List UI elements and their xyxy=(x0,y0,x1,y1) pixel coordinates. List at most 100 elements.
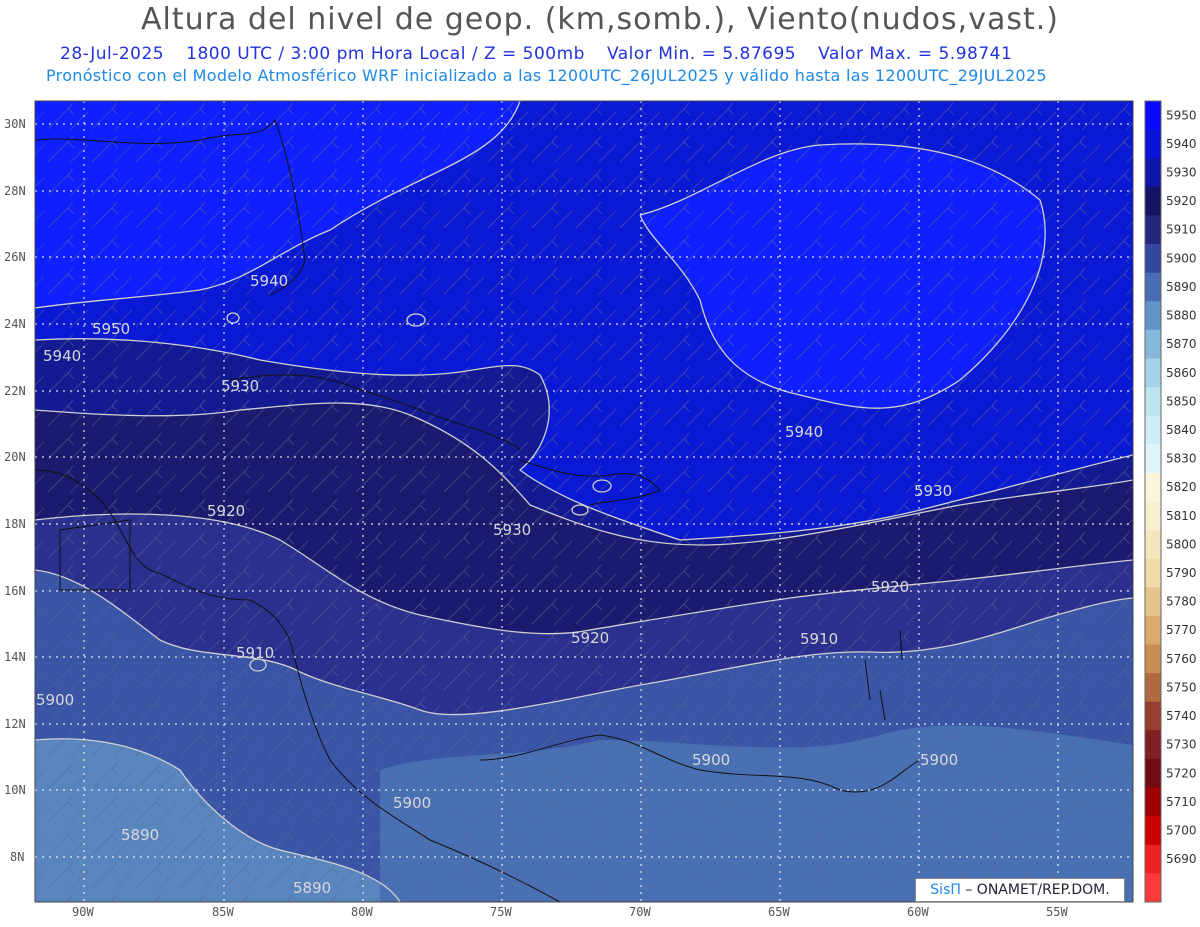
lon-80w: 80W xyxy=(351,905,373,919)
colorbar-label: 5850 xyxy=(1166,394,1197,408)
contour-label-5890a: 5890 xyxy=(121,826,159,844)
colorbar-label: 5920 xyxy=(1166,194,1197,208)
contour-label-5920c: 5920 xyxy=(571,629,609,647)
lon-90w: 90W xyxy=(72,905,94,919)
longitude-labels: 90W 85W 80W 75W 70W 65W 60W 55W xyxy=(72,905,1068,919)
colorbar-swatch xyxy=(1145,158,1161,188)
colorbar-swatch xyxy=(1145,644,1161,674)
lat-10n: 10N xyxy=(4,783,26,797)
colorbar-label: 5720 xyxy=(1166,766,1197,780)
colorbar-label: 5790 xyxy=(1166,566,1197,580)
colorbar-swatch xyxy=(1145,387,1161,417)
contour-label-5940c: 5940 xyxy=(785,423,823,441)
colorbar-swatch xyxy=(1145,501,1161,531)
colorbar-label: 5890 xyxy=(1166,280,1197,294)
colorbar-swatch xyxy=(1145,329,1161,359)
colorbar-label: 5800 xyxy=(1166,537,1197,551)
lat-22n: 22N xyxy=(4,384,26,398)
colorbar: 5950 5940 5930 5920 5910 5900 5890 5880 5870 5860… xyxy=(1144,100,1197,903)
colorbar-label: 5690 xyxy=(1166,852,1197,866)
colorbar-swatch xyxy=(1145,129,1161,159)
colorbar-label: 5910 xyxy=(1166,223,1197,237)
colorbar-swatch xyxy=(1145,558,1161,588)
credit-org: – ONAMET/REP.DOM. xyxy=(965,882,1110,898)
lon-65w: 65W xyxy=(768,905,790,919)
contour-label-5890b: 5890 xyxy=(293,879,331,897)
colorbar-label: 5820 xyxy=(1166,480,1197,494)
colorbar-label: 5810 xyxy=(1166,509,1197,523)
colorbar-label: 5750 xyxy=(1166,680,1197,694)
colorbar-swatch xyxy=(1145,816,1161,846)
lat-30n: 30N xyxy=(4,117,26,131)
colorbar-label: 5710 xyxy=(1166,795,1197,809)
contour-label-5940b: 5940 xyxy=(43,347,81,365)
colorbar-label: 5830 xyxy=(1166,452,1197,466)
colorbar-swatch xyxy=(1145,101,1161,131)
contour-label-5910b: 5910 xyxy=(236,644,274,662)
colorbar-label: 5880 xyxy=(1166,309,1197,323)
colorbar-swatch xyxy=(1145,673,1161,703)
lon-75w: 75W xyxy=(490,905,512,919)
lat-16n: 16N xyxy=(4,584,26,598)
colorbar-swatch xyxy=(1145,615,1161,646)
contour-label-5900a: 5900 xyxy=(36,691,74,709)
lat-14n: 14N xyxy=(4,650,26,664)
colorbar-swatch xyxy=(1145,301,1161,331)
colorbar-label: 5730 xyxy=(1166,738,1197,752)
colorbar-swatch xyxy=(1145,758,1161,789)
lat-12n: 12N xyxy=(4,717,26,731)
wind-barbs xyxy=(35,101,1133,902)
lon-85w: 85W xyxy=(212,905,234,919)
colorbar-swatch xyxy=(1145,701,1161,731)
contour-label-5940a: 5940 xyxy=(250,272,288,290)
colorbar-swatch xyxy=(1145,587,1161,617)
contour-label-5920a: 5920 xyxy=(207,502,245,520)
colorbar-label: 5700 xyxy=(1166,823,1197,837)
lon-70w: 70W xyxy=(629,905,651,919)
lat-20n: 20N xyxy=(4,450,26,464)
lon-55w: 55W xyxy=(1046,905,1068,919)
colorbar-label: 5950 xyxy=(1166,108,1197,122)
colorbar-label: 5940 xyxy=(1166,137,1197,151)
credit-brand: SisΠ xyxy=(930,882,961,898)
map-area: 5950 5940 5940 5930 5940 5930 5920 5930 … xyxy=(35,101,1133,902)
colorbar-label: 5780 xyxy=(1166,595,1197,609)
colorbar-swatch xyxy=(1145,472,1161,502)
colorbar-swatch xyxy=(1145,730,1161,760)
colorbar-swatch xyxy=(1145,844,1161,874)
colorbar-swatch xyxy=(1145,787,1161,817)
lon-60w: 60W xyxy=(907,905,929,919)
colorbar-label: 5740 xyxy=(1166,709,1197,723)
credit-box: SisΠ – ONAMET/REP.DOM. xyxy=(915,878,1125,902)
lat-8n: 8N xyxy=(10,850,24,864)
contour-label-5900d: 5900 xyxy=(393,794,431,812)
colorbar-swatch xyxy=(1145,244,1161,274)
colorbar-swatch xyxy=(1145,186,1161,216)
contour-label-5930b: 5930 xyxy=(914,482,952,500)
lat-24n: 24N xyxy=(4,317,26,331)
contour-label-5950a: 5950 xyxy=(92,320,130,338)
lat-18n: 18N xyxy=(4,517,26,531)
colorbar-swatch xyxy=(1145,272,1161,302)
latitude-labels: 30N 28N 26N 24N 22N 20N 18N 16N 14N 12N … xyxy=(4,117,26,864)
colorbar-label: 5860 xyxy=(1166,366,1197,380)
contour-label-5920b: 5920 xyxy=(871,578,909,596)
contour-label-5900c: 5900 xyxy=(920,751,958,769)
contour-label-5910a: 5910 xyxy=(800,630,838,648)
colorbar-label: 5900 xyxy=(1166,251,1197,265)
colorbar-label: 5870 xyxy=(1166,337,1197,351)
colorbar-swatch xyxy=(1145,444,1161,474)
geopotential-map: 5950 5940 5940 5930 5940 5930 5920 5930 … xyxy=(4,100,1197,919)
contour-label-5930a: 5930 xyxy=(221,377,259,395)
colorbar-swatch xyxy=(1145,215,1161,245)
colorbar-swatch xyxy=(1145,415,1161,445)
colorbar-label: 5930 xyxy=(1166,166,1197,180)
contour-label-5930c: 5930 xyxy=(493,521,531,539)
colorbar-label: 5840 xyxy=(1166,423,1197,437)
lat-28n: 28N xyxy=(4,184,26,198)
colorbar-swatch xyxy=(1145,873,1161,903)
colorbar-swatch xyxy=(1145,358,1161,388)
colorbar-label: 5760 xyxy=(1166,652,1197,666)
colorbar-label: 5770 xyxy=(1166,623,1197,637)
colorbar-swatch xyxy=(1145,530,1161,560)
